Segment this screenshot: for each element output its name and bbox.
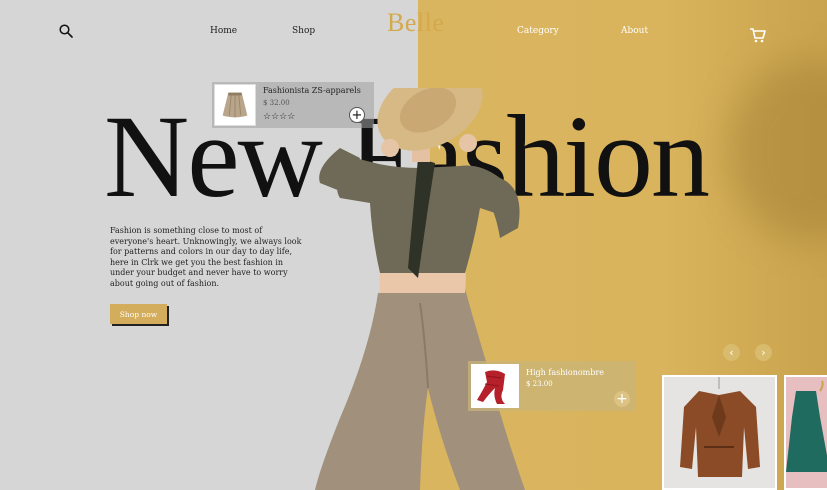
product-name: Fashionista ZS-apparels <box>263 86 361 95</box>
hero-description: Fashion is something close to most of ev… <box>110 226 302 288</box>
product-card[interactable]: Fashionista ZS-apparels $ 32.00 ☆☆☆☆ <box>212 82 374 128</box>
nav-shop[interactable]: Shop <box>292 26 315 36</box>
product-card[interactable]: High fashionombre $ 23.00 <box>468 361 635 411</box>
product-thumbnail <box>214 84 256 126</box>
cart-icon[interactable] <box>749 27 766 43</box>
rating-stars: ☆☆☆☆ <box>263 112 296 122</box>
search-icon[interactable] <box>59 24 73 38</box>
carousel-next-button[interactable]: › <box>755 344 772 361</box>
product-tile-dress[interactable] <box>784 375 827 490</box>
add-to-cart-button[interactable]: + <box>349 107 365 123</box>
add-to-cart-button[interactable]: + <box>614 391 630 407</box>
product-tile-jacket[interactable] <box>662 375 777 490</box>
product-price: $ 23.00 <box>526 380 553 388</box>
shop-now-button[interactable]: Shop now <box>110 304 167 324</box>
jacket-image <box>680 377 760 477</box>
nav-about[interactable]: About <box>621 26 648 36</box>
dress-image <box>786 380 827 472</box>
nav-category[interactable]: Category <box>517 26 559 36</box>
product-thumbnail <box>471 364 519 408</box>
scarf-icon <box>477 370 505 404</box>
nav-home[interactable]: Home <box>210 26 237 36</box>
product-price: $ 32.00 <box>263 99 290 107</box>
carousel-prev-button[interactable]: ‹ <box>723 344 740 361</box>
skirt-icon <box>222 92 248 118</box>
brand-logo[interactable]: Belle <box>387 8 444 38</box>
product-name: High fashionombre <box>526 368 604 377</box>
model-image <box>315 88 525 490</box>
